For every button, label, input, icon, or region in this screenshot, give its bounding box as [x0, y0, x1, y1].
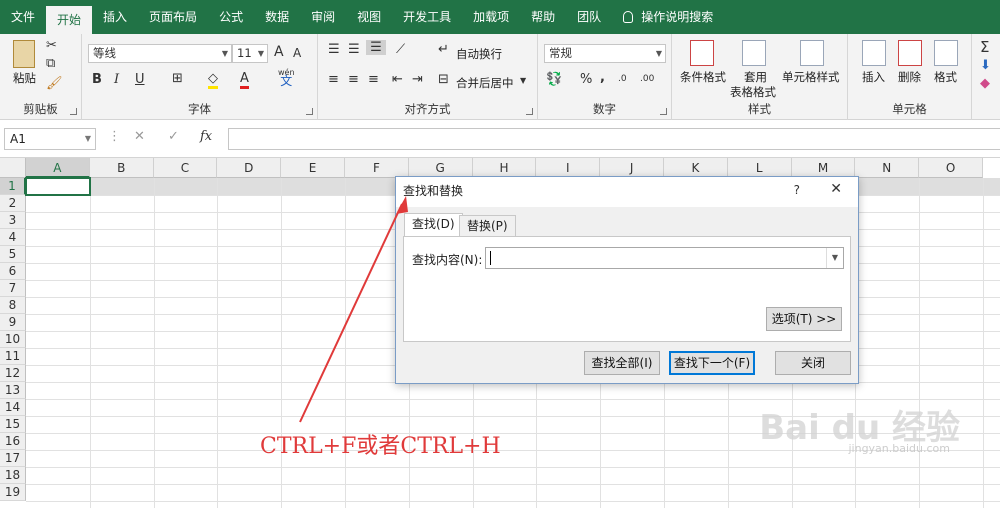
annotation-text: CTRL+F或者CTRL+H	[260, 434, 501, 459]
watermark-url: jingyan.baidu.com	[848, 442, 950, 455]
arrow-head	[396, 196, 408, 214]
arrow-line	[299, 203, 403, 423]
